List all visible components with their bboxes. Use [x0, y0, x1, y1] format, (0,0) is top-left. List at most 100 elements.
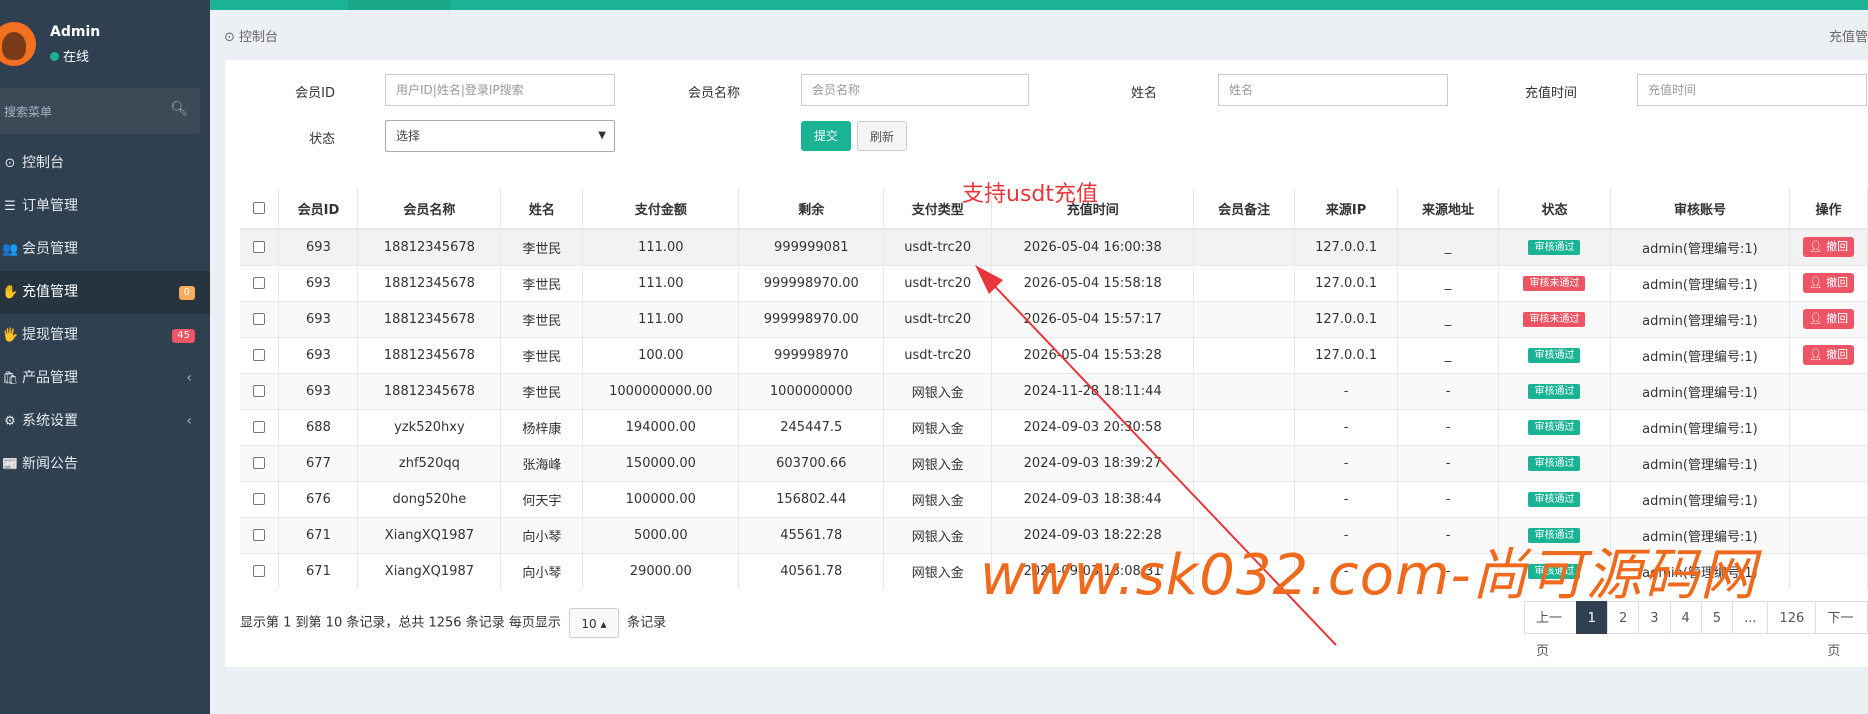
page-button[interactable]: 126	[1767, 601, 1817, 634]
row-select-cell[interactable]	[240, 444, 280, 481]
cell-addr: _	[1397, 336, 1500, 373]
row-select-cell[interactable]	[240, 336, 280, 373]
column-header[interactable]: 状态	[1498, 188, 1611, 230]
table-row[interactable]: 676 dong520he 何天宇 100000.00 156802.44 网银入金 202…	[240, 480, 1868, 517]
sidebar-item-products[interactable]: 🛍 产品管理 ‹	[0, 357, 210, 400]
cell-remain: 245447.5	[738, 408, 885, 445]
sidebar-item-recharge[interactable]: ✋ 充值管理 0	[0, 271, 210, 314]
member-name-input[interactable]: 会员名称	[801, 74, 1029, 106]
column-header[interactable]: 会员备注	[1193, 188, 1296, 230]
sidebar-item-label: 新闻公告	[22, 456, 78, 472]
select-all-cell[interactable]	[240, 188, 280, 230]
table-row[interactable]: 677 zhf520qq 张海峰 150000.00 603700.66 网银入金 2024…	[240, 444, 1868, 481]
table-row[interactable]: 693 18812345678 李世民 111.00 999998970.00 usdt-…	[240, 300, 1868, 337]
cell-note	[1193, 228, 1296, 265]
menu-search-input[interactable]: 搜索菜单	[4, 103, 52, 120]
row-select-cell[interactable]	[240, 552, 280, 589]
sidebar-item-withdraw[interactable]: 🖐 提现管理 45	[0, 314, 210, 357]
column-header[interactable]: 姓名	[500, 188, 584, 230]
revoke-button[interactable]: 👤︎ 撤回	[1802, 237, 1855, 258]
select-all-checkbox[interactable]	[253, 202, 266, 214]
row-select-cell[interactable]	[240, 516, 280, 553]
table-row[interactable]: 693 18812345678 李世民 100.00 999998970 usdt-trc…	[240, 336, 1868, 373]
table-row[interactable]: 693 18812345678 李世民 111.00 999998970.00 usdt-…	[240, 264, 1868, 301]
cell-note	[1193, 408, 1296, 445]
cell-id: 693	[278, 300, 359, 337]
sidebar-item-news[interactable]: 📰 新闻公告	[0, 443, 210, 486]
row-select-cell[interactable]	[240, 264, 280, 301]
avatar[interactable]	[0, 22, 36, 66]
refresh-button[interactable]: 刷新	[857, 121, 907, 151]
chevron-left-icon: ‹	[186, 413, 192, 429]
users-icon: 👥	[2, 242, 19, 257]
page-size-select[interactable]: 10 ▴	[568, 608, 619, 638]
row-select-cell[interactable]	[240, 372, 280, 409]
cell-action: 👤︎ 撤回	[1789, 264, 1868, 301]
cell-amount: 5000.00	[582, 516, 740, 553]
cell-amount: 111.00	[582, 264, 740, 301]
column-header[interactable]: 会员ID	[278, 188, 359, 230]
row-select-cell[interactable]	[240, 480, 280, 517]
recharge-time-input[interactable]: 充值时间	[1637, 74, 1867, 106]
column-header[interactable]: 支付金额	[582, 188, 740, 230]
user-icon: 👤︎	[1808, 276, 1827, 289]
cell-id: 693	[278, 372, 359, 409]
table-row[interactable]: 688 yzk520hxy 杨梓康 194000.00 245447.5 网银入金 2024…	[240, 408, 1868, 445]
sidebar-item-settings[interactable]: ⚙ 系统设置 ‹	[0, 400, 210, 443]
revoke-button[interactable]: 👤︎ 撤回	[1802, 273, 1855, 293]
revoke-button[interactable]: 👤︎ 撤回	[1802, 345, 1855, 365]
column-header[interactable]: 来源IP	[1294, 188, 1399, 230]
row-select-cell[interactable]	[240, 300, 280, 337]
row-checkbox[interactable]	[253, 565, 266, 578]
table-row[interactable]: 693 18812345678 李世民 1000000000.00 1000000000…	[240, 372, 1868, 409]
table-row[interactable]: 693 18812345678 李世民 111.00 999999081 usdt-trc…	[240, 228, 1868, 265]
cell-auditor: admin(管理编号:1)	[1610, 336, 1790, 373]
row-checkbox[interactable]	[253, 385, 266, 397]
row-checkbox[interactable]	[253, 493, 266, 505]
revoke-label: 撤回	[1826, 348, 1849, 361]
row-checkbox[interactable]	[253, 529, 266, 541]
search-icon[interactable]: 🔍︎	[170, 101, 188, 117]
cell-ip: 127.0.0.1	[1294, 264, 1399, 301]
sidebar-item-members[interactable]: 👥 会员管理	[0, 228, 210, 271]
newspaper-icon: 📰	[2, 457, 19, 472]
column-header[interactable]: 审核账号	[1610, 188, 1790, 230]
top-tab-active[interactable]	[348, 0, 450, 10]
status-select[interactable]: 选择 ▼	[385, 120, 615, 152]
revoke-label: 撤回	[1826, 276, 1849, 289]
row-checkbox[interactable]	[253, 241, 266, 254]
current-tab-label[interactable]: 充值管	[1829, 26, 1868, 45]
row-select-cell[interactable]	[240, 408, 280, 445]
breadcrumb-dashboard[interactable]: ⊙ 控制台	[224, 26, 278, 45]
cell-auditor: admin(管理编号:1)	[1610, 228, 1790, 265]
next-page-button[interactable]: 下一页	[1815, 601, 1868, 659]
cell-action	[1789, 372, 1868, 409]
sidebar-item-dashboard[interactable]: ⊙ 控制台	[0, 142, 210, 185]
cell-name: 18812345678	[357, 300, 502, 337]
column-header[interactable]: 会员名称	[357, 188, 502, 230]
menu-search[interactable]: 搜索菜单 🔍︎	[0, 88, 200, 134]
cell-type: 网银入金	[883, 444, 993, 481]
cell-real: 李世民	[500, 228, 584, 265]
real-name-input[interactable]: 姓名	[1218, 74, 1448, 106]
row-checkbox[interactable]	[253, 313, 266, 325]
annotation-note: 支持usdt充值	[962, 182, 1098, 207]
row-select-cell[interactable]	[240, 228, 280, 265]
column-header[interactable]: 操作	[1789, 188, 1868, 230]
row-checkbox[interactable]	[253, 349, 266, 361]
member-id-input[interactable]: 用户ID|姓名|登录IP搜索	[385, 74, 615, 106]
submit-button[interactable]: 提交	[801, 121, 851, 151]
revoke-button[interactable]: 👤︎ 撤回	[1802, 309, 1855, 329]
column-header[interactable]: 剩余	[738, 188, 885, 230]
column-header[interactable]: 来源地址	[1397, 188, 1500, 230]
cell-action	[1789, 552, 1868, 589]
cell-action	[1789, 444, 1868, 481]
row-checkbox[interactable]	[253, 277, 266, 289]
row-checkbox[interactable]	[253, 421, 266, 433]
cell-type: 网银入金	[883, 408, 993, 445]
cell-name: XiangXQ1987	[357, 516, 502, 553]
row-checkbox[interactable]	[253, 457, 266, 469]
cell-action: 👤︎ 撤回	[1789, 228, 1868, 265]
sidebar-item-orders[interactable]: ☰ 订单管理	[0, 185, 210, 228]
cell-type: usdt-trc20	[883, 336, 993, 373]
